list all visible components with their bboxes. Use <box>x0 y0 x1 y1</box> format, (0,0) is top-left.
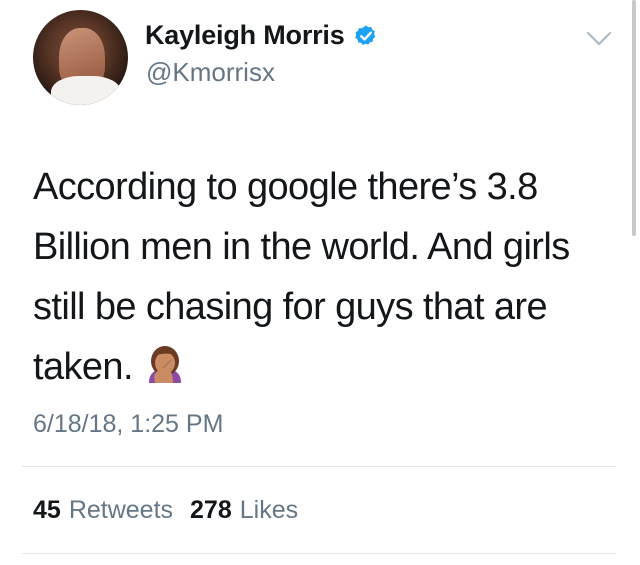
likes-label[interactable]: Likes <box>240 496 298 525</box>
tweet-text-content: According to google there’s 3.8 Billion … <box>33 166 570 388</box>
woman-facepalming-emoji-icon <box>148 346 181 383</box>
user-handle[interactable]: @Kmorrisx <box>146 57 275 88</box>
verified-badge-icon <box>354 25 375 45</box>
scrollbar[interactable] <box>632 0 636 236</box>
likes-count[interactable]: 278 <box>190 496 232 525</box>
retweets-count[interactable]: 45 <box>33 496 61 525</box>
divider <box>22 466 616 467</box>
avatar[interactable] <box>33 10 128 105</box>
tweet-timestamp: 6/18/18, 1:25 PM <box>33 410 224 438</box>
likes-group[interactable]: 278 Likes <box>190 496 298 525</box>
author-name-row: Kayleigh Morris <box>145 20 378 51</box>
tweet-text: According to google there’s 3.8 Billion … <box>33 157 608 397</box>
retweets-label[interactable]: Retweets <box>69 496 173 525</box>
display-name[interactable]: Kayleigh Morris <box>145 20 345 51</box>
engagement-stats: 45 Retweets 278 Likes <box>33 496 298 525</box>
divider <box>22 553 616 554</box>
chevron-down-icon[interactable] <box>586 30 612 48</box>
avatar-clothing <box>51 76 121 105</box>
